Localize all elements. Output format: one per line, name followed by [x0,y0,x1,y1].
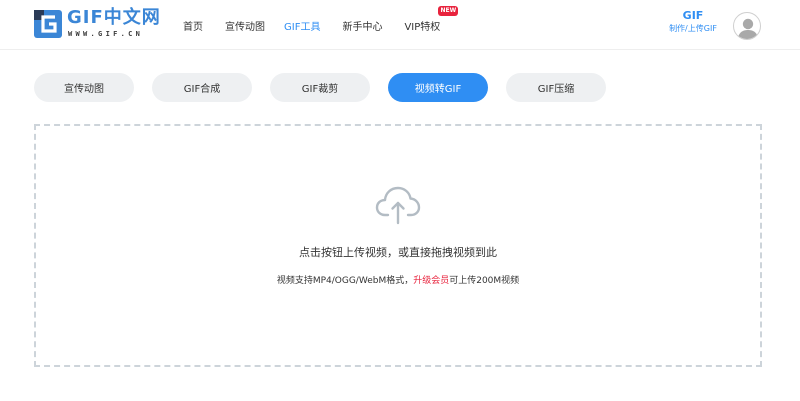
nav-beginner-center[interactable]: 新手中心 [342,18,382,33]
tab-promo-gifs[interactable]: 宣传动图 [34,73,134,102]
tab-gif-crop[interactable]: GIF裁剪 [270,73,370,102]
format-note-text: 视频支持MP4/OGG/WebM格式， [276,276,414,286]
upgrade-membership-link[interactable]: 升级会员 [413,276,449,286]
main-nav: 首页 宣传动图 GIF工具 新手中心 VIP特权 NEW [183,0,462,50]
tab-gif-compress[interactable]: GIF压缩 [506,73,606,102]
video-upload-dropzone[interactable]: 点击按钮上传视频，或直接拖拽视频到此 视频支持MP4/OGG/WebM格式，升级… [34,124,762,367]
logo-text: GIF中文网 [67,7,161,28]
upload-format-note: 视频支持MP4/OGG/WebM格式，升级会员可上传200M视频 [36,273,760,286]
tab-gif-compose[interactable]: GIF合成 [152,73,252,102]
nav-vip-label: VIP特权 [404,21,441,33]
nav-gif-tools[interactable]: GIF工具 [284,18,320,33]
nav-promo-gifs[interactable]: 宣传动图 [225,18,265,33]
nav-vip[interactable]: VIP特权 NEW [404,5,459,33]
size-limit-text: 可上传200M视频 [449,276,520,286]
cloud-upload-icon [375,186,421,225]
top-header: GIF中文网 WWW.GIF.CN 首页 宣传动图 GIF工具 新手中心 VIP… [0,0,800,50]
make-gif-subtitle: 制作/上传GIF [669,24,717,33]
tool-tabs: 宣传动图 GIF合成 GIF裁剪 视频转GIF GIF压缩 [34,73,624,102]
user-avatar-icon [737,18,759,39]
site-logo[interactable]: GIF中文网 WWW.GIF.CN [33,7,161,42]
logo-domain: WWW.GIF.CN [68,30,144,38]
user-avatar[interactable] [733,12,761,40]
make-gif-title: GIF [682,9,704,22]
logo-mark-icon [34,10,62,38]
new-badge: NEW [438,5,459,16]
make-upload-gif-button[interactable]: GIF 制作/上传GIF [664,9,722,35]
upload-instruction: 点击按钮上传视频，或直接拖拽视频到此 [299,246,497,259]
nav-home[interactable]: 首页 [183,18,203,33]
tab-video-to-gif[interactable]: 视频转GIF [388,73,488,102]
